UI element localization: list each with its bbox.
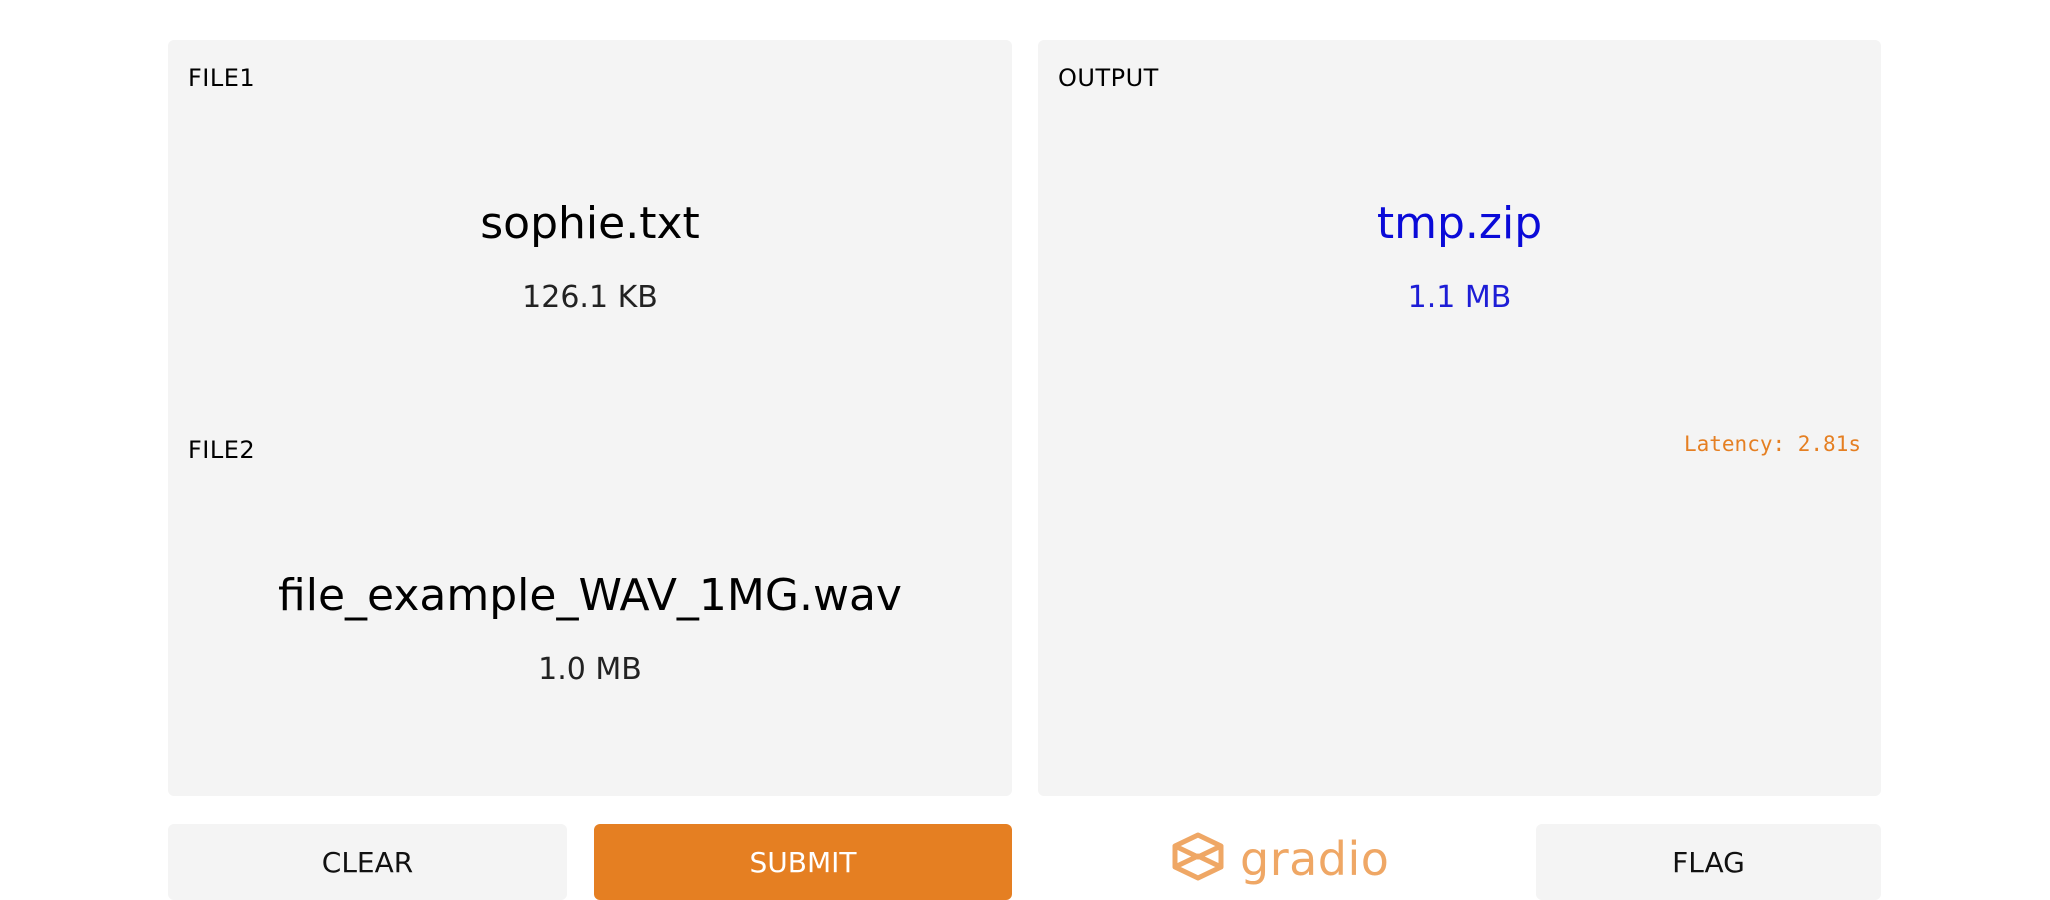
gradio-brand: gradio <box>1172 828 1389 890</box>
clear-button[interactable]: CLEAR <box>168 824 567 900</box>
gradio-logo-icon <box>1172 832 1224 886</box>
file2-size: 1.0 MB <box>538 652 642 687</box>
flag-button[interactable]: FLAG <box>1536 824 1881 900</box>
latency-readout: Latency: 2.81s <box>1683 432 1861 456</box>
submit-button[interactable]: SUBMIT <box>594 824 1012 900</box>
output-file-size[interactable]: 1.1 MB <box>1038 280 1881 315</box>
input-panel: FILE1 sophie.txt 126.1 KB FILE2 file_exa… <box>168 40 1012 796</box>
output-file-link[interactable]: tmp.zip <box>1038 198 1881 249</box>
file1-label: FILE1 <box>188 64 256 92</box>
file1-size: 126.1 KB <box>522 280 658 315</box>
output-panel: OUTPUT tmp.zip 1.1 MB Latency: 2.81s <box>1038 40 1881 796</box>
file1-name[interactable]: sophie.txt <box>168 198 1012 249</box>
file2-label: FILE2 <box>188 436 256 464</box>
file2-name[interactable]: file_example_WAV_1MG.wav <box>168 570 1012 621</box>
gradio-wordmark: gradio <box>1240 832 1390 886</box>
output-label: OUTPUT <box>1058 64 1159 92</box>
